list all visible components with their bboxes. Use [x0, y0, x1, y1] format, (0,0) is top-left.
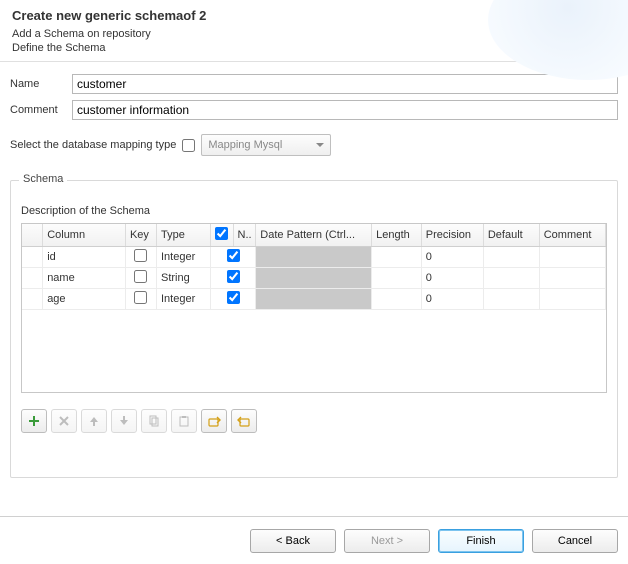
dialog-subtitle: Add a Schema on repository Define the Sc… — [12, 27, 616, 56]
finish-button[interactable]: Finish — [438, 529, 524, 553]
cell-date-pattern[interactable] — [256, 268, 372, 289]
th-comment[interactable]: Comment — [539, 224, 605, 247]
th-type[interactable]: Type — [156, 224, 210, 247]
th-handle[interactable] — [22, 224, 43, 247]
cell-key[interactable] — [125, 247, 156, 268]
move-up-button[interactable] — [81, 409, 107, 433]
row-handle[interactable] — [22, 247, 43, 268]
th-column[interactable]: Column — [43, 224, 126, 247]
move-down-button[interactable] — [111, 409, 137, 433]
cell-type[interactable]: Integer — [156, 247, 210, 268]
cell-date-pattern[interactable] — [256, 289, 372, 310]
import-icon — [207, 414, 221, 428]
row-handle[interactable] — [22, 268, 43, 289]
cell-comment[interactable] — [539, 268, 605, 289]
back-button[interactable]: < Back — [250, 529, 336, 553]
th-null-label[interactable]: N.. — [233, 224, 256, 247]
header-nullable-checkbox[interactable] — [215, 227, 228, 240]
th-date-pattern[interactable]: Date Pattern (Ctrl... — [256, 224, 372, 247]
cell-length[interactable] — [372, 289, 422, 310]
dialog-title: Create new generic schemaof 2 — [12, 8, 616, 23]
cell-length[interactable] — [372, 247, 422, 268]
schema-table[interactable]: Column Key Type N.. Date Pattern (Ctrl..… — [21, 223, 607, 393]
cell-column[interactable]: age — [43, 289, 126, 310]
plus-icon — [27, 414, 41, 428]
comment-label: Comment — [10, 104, 66, 116]
cell-nullable[interactable] — [210, 289, 256, 310]
wizard-footer: < Back Next > Finish Cancel — [0, 516, 628, 564]
schema-group: Schema Description of the Schema Column … — [10, 180, 618, 478]
key-checkbox[interactable] — [134, 270, 147, 283]
mapping-type-value: Mapping Mysql — [208, 139, 282, 151]
key-checkbox[interactable] — [134, 291, 147, 304]
comment-row: Comment — [0, 98, 628, 124]
mapping-type-combo[interactable]: Mapping Mysql — [201, 134, 331, 156]
mapping-label: Select the database mapping type — [10, 139, 176, 151]
banner: Create new generic schemaof 2 Add a Sche… — [0, 0, 628, 62]
cell-precision[interactable]: 0 — [421, 268, 483, 289]
cell-default[interactable] — [483, 247, 539, 268]
schema-toolbar — [21, 409, 607, 433]
schema-group-title: Schema — [19, 173, 67, 185]
th-key[interactable]: Key — [125, 224, 156, 247]
row-handle[interactable] — [22, 289, 43, 310]
cell-nullable[interactable] — [210, 268, 256, 289]
cell-default[interactable] — [483, 289, 539, 310]
x-icon — [57, 414, 71, 428]
nullable-checkbox[interactable] — [227, 249, 240, 262]
name-label: Name — [10, 78, 66, 90]
name-input[interactable] — [72, 74, 618, 94]
cell-type[interactable]: Integer — [156, 289, 210, 310]
cancel-button[interactable]: Cancel — [532, 529, 618, 553]
export-icon — [237, 414, 251, 428]
cell-date-pattern[interactable] — [256, 247, 372, 268]
cell-default[interactable] — [483, 268, 539, 289]
paste-button[interactable] — [171, 409, 197, 433]
arrow-down-icon — [117, 414, 131, 428]
cell-type[interactable]: String — [156, 268, 210, 289]
import-schema-button[interactable] — [201, 409, 227, 433]
arrow-up-icon — [87, 414, 101, 428]
cell-precision[interactable]: 0 — [421, 247, 483, 268]
next-button: Next > — [344, 529, 430, 553]
th-length[interactable]: Length — [372, 224, 422, 247]
cell-length[interactable] — [372, 268, 422, 289]
nullable-checkbox[interactable] — [227, 270, 240, 283]
cell-comment[interactable] — [539, 289, 605, 310]
table-row[interactable]: id Integer 0 — [22, 247, 606, 268]
paste-icon — [177, 414, 191, 428]
th-default[interactable]: Default — [483, 224, 539, 247]
table-header-row: Column Key Type N.. Date Pattern (Ctrl..… — [22, 224, 606, 247]
key-checkbox[interactable] — [134, 249, 147, 262]
cell-column[interactable]: id — [43, 247, 126, 268]
copy-icon — [147, 414, 161, 428]
table-row[interactable]: age Integer 0 — [22, 289, 606, 310]
comment-input[interactable] — [72, 100, 618, 120]
name-row: Name — [0, 72, 628, 98]
cell-comment[interactable] — [539, 247, 605, 268]
subtitle-line-1: Add a Schema on repository — [12, 27, 616, 41]
mapping-row: Select the database mapping type Mapping… — [0, 124, 628, 162]
cell-precision[interactable]: 0 — [421, 289, 483, 310]
cell-key[interactable] — [125, 289, 156, 310]
copy-button[interactable] — [141, 409, 167, 433]
table-row[interactable]: name String 0 — [22, 268, 606, 289]
schema-description-label: Description of the Schema — [21, 205, 607, 217]
body: Name Comment Select the database mapping… — [0, 62, 628, 478]
delete-row-button[interactable] — [51, 409, 77, 433]
cell-column[interactable]: name — [43, 268, 126, 289]
add-row-button[interactable] — [21, 409, 47, 433]
subtitle-line-2: Define the Schema — [12, 41, 616, 55]
th-precision[interactable]: Precision — [421, 224, 483, 247]
cell-key[interactable] — [125, 268, 156, 289]
th-null-checkbox[interactable] — [210, 224, 233, 247]
export-schema-button[interactable] — [231, 409, 257, 433]
nullable-checkbox[interactable] — [227, 291, 240, 304]
cell-nullable[interactable] — [210, 247, 256, 268]
mapping-checkbox[interactable] — [182, 139, 195, 152]
